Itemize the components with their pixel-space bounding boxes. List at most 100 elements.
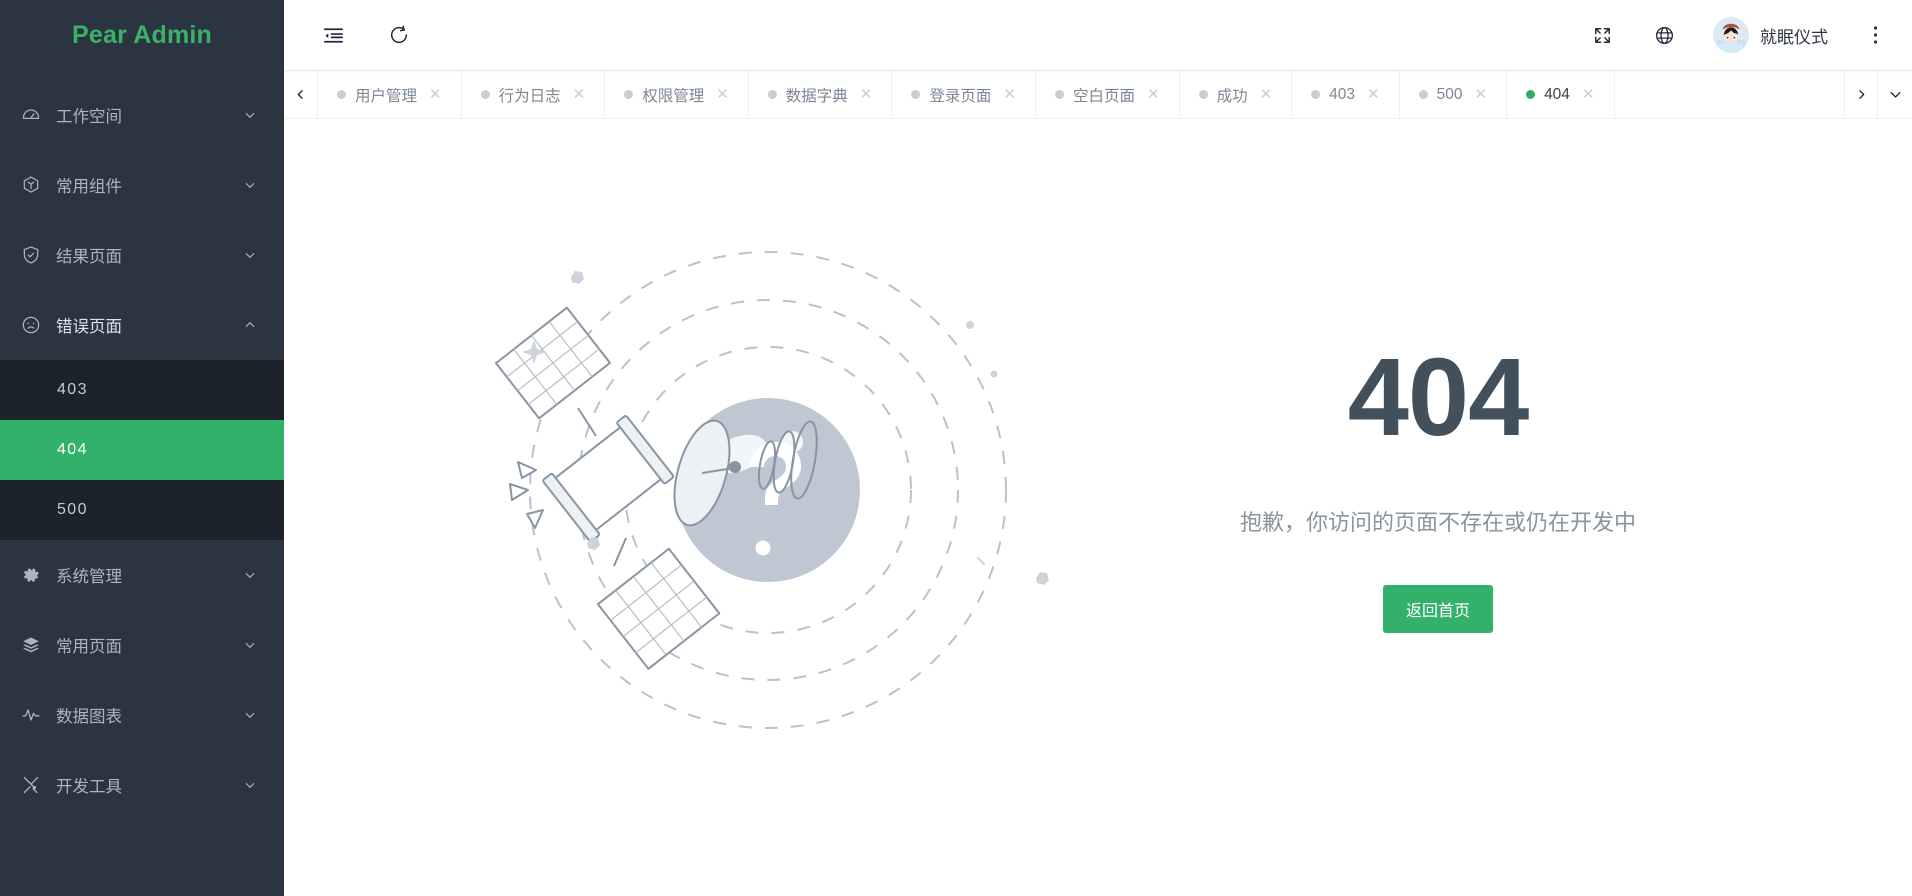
back-home-button[interactable]: 返回首页 bbox=[1382, 584, 1493, 633]
fullscreen-icon[interactable] bbox=[1589, 22, 1615, 48]
tab-close-icon[interactable]: ✕ bbox=[573, 87, 586, 102]
sidebar-item-label: 开发工具 bbox=[56, 778, 122, 796]
sidebar-subitem-label: 403 bbox=[57, 381, 88, 398]
sidebar-item-workspace[interactable]: 工作空间 bbox=[0, 80, 284, 150]
sidebar-subitem-403[interactable]: 403 bbox=[0, 360, 284, 420]
tab-status-dot bbox=[1311, 90, 1321, 99]
user-menu[interactable]: 就眠仪式 bbox=[1713, 17, 1828, 53]
tab-list: 用户管理 ✕ 行为日志 ✕ 权限管理 ✕ 数据字典 ✕ 登录页面 ✕ 空白页面 … bbox=[318, 71, 1844, 118]
sidebar-item-error-pages[interactable]: 错误页面 bbox=[0, 290, 284, 360]
sidebar-menu: 工作空间 常用组件 结果页面 错误页面 403 404 500 系统管理 常用页… bbox=[0, 70, 284, 820]
tab-label: 行为日志 bbox=[498, 87, 561, 105]
tab-close-icon[interactable]: ✕ bbox=[1260, 87, 1273, 102]
sidebar-item-components[interactable]: 常用组件 bbox=[0, 150, 284, 220]
gear-icon bbox=[18, 562, 44, 588]
tab-status-dot bbox=[767, 90, 777, 99]
chevron-down-icon bbox=[242, 637, 258, 653]
tab-close-icon[interactable]: ✕ bbox=[1147, 87, 1160, 102]
tab-item[interactable]: 行为日志 ✕ bbox=[462, 71, 606, 118]
menu-fold-icon[interactable] bbox=[320, 22, 346, 48]
topbar-left-controls bbox=[284, 22, 412, 48]
sidebar-item-result-pages[interactable]: 结果页面 bbox=[0, 220, 284, 290]
username-label: 就眠仪式 bbox=[1760, 27, 1828, 47]
error-illustration bbox=[448, 208, 1068, 768]
sidebar-item-dev-tools[interactable]: 开发工具 bbox=[0, 750, 284, 820]
tab-status-dot bbox=[1526, 90, 1536, 99]
tab-status-dot bbox=[911, 90, 921, 99]
tab-options-dropdown-button[interactable] bbox=[1878, 71, 1912, 118]
sidebar-item-common-pages[interactable]: 常用页面 bbox=[0, 610, 284, 680]
avatar bbox=[1713, 17, 1749, 53]
error-text-block: 404 抱歉，你访问的页面不存在或仍在开发中 返回首页 bbox=[1128, 335, 1748, 633]
layers-icon bbox=[18, 632, 44, 658]
tab-status-dot bbox=[480, 90, 490, 99]
sidebar: Pear Admin 工作空间 常用组件 结果页面 错误页面 403 404 5… bbox=[0, 0, 284, 896]
tab-label: 成功 bbox=[1216, 87, 1248, 105]
tab-label: 500 bbox=[1436, 85, 1463, 103]
tab-label: 用户管理 bbox=[355, 87, 418, 105]
tab-label: 登录页面 bbox=[929, 87, 992, 105]
shield-check-icon bbox=[18, 242, 44, 268]
chevron-down-icon bbox=[242, 777, 258, 793]
sidebar-item-label: 错误页面 bbox=[56, 318, 122, 336]
globe-icon[interactable] bbox=[1651, 22, 1677, 48]
sidebar-item-label: 结果页面 bbox=[56, 248, 122, 266]
app-logo[interactable]: Pear Admin bbox=[0, 0, 284, 70]
sidebar-item-label: 工作空间 bbox=[56, 108, 122, 126]
sidebar-item-label: 常用组件 bbox=[56, 178, 122, 196]
tab-close-icon[interactable]: ✕ bbox=[1582, 87, 1595, 102]
sidebar-subitem-404[interactable]: 404 bbox=[0, 420, 284, 480]
sidebar-item-system-management[interactable]: 系统管理 bbox=[0, 540, 284, 610]
sidebar-subitem-500[interactable]: 500 bbox=[0, 480, 284, 540]
tab-label: 权限管理 bbox=[642, 87, 705, 105]
tab-item[interactable]: 用户管理 ✕ bbox=[318, 71, 462, 118]
sidebar-item-label: 系统管理 bbox=[56, 568, 122, 586]
error-page-404: 404 抱歉，你访问的页面不存在或仍在开发中 返回首页 bbox=[284, 119, 1912, 896]
sad-face-icon bbox=[18, 312, 44, 338]
topbar-right-controls: 就眠仪式 bbox=[1589, 17, 1912, 53]
tab-bar: 用户管理 ✕ 行为日志 ✕ 权限管理 ✕ 数据字典 ✕ 登录页面 ✕ 空白页面 … bbox=[284, 70, 1912, 119]
tab-item[interactable]: 空白页面 ✕ bbox=[1036, 71, 1180, 118]
tab-scroll-prev-button[interactable] bbox=[284, 71, 318, 118]
tab-item[interactable]: 权限管理 ✕ bbox=[605, 71, 749, 118]
tools-icon bbox=[18, 772, 44, 798]
tab-status-dot bbox=[1418, 90, 1428, 99]
chevron-down-icon bbox=[242, 707, 258, 723]
kebab-menu-icon[interactable] bbox=[1864, 22, 1886, 48]
error-description: 抱歉，你访问的页面不存在或仍在开发中 bbox=[1239, 509, 1636, 535]
tab-close-icon[interactable]: ✕ bbox=[860, 87, 873, 102]
tab-close-icon[interactable]: ✕ bbox=[1367, 87, 1380, 102]
tab-close-icon[interactable]: ✕ bbox=[1003, 87, 1016, 102]
tab-close-icon[interactable]: ✕ bbox=[429, 87, 442, 102]
tab-close-icon[interactable]: ✕ bbox=[716, 87, 729, 102]
tab-item-active[interactable]: 404 ✕ bbox=[1507, 71, 1615, 118]
tab-label: 数据字典 bbox=[785, 87, 848, 105]
tab-item[interactable]: 数据字典 ✕ bbox=[749, 71, 893, 118]
app-root: Pear Admin 工作空间 常用组件 结果页面 错误页面 403 404 5… bbox=[0, 0, 1912, 896]
sidebar-submenu-error-pages: 403 404 500 bbox=[0, 360, 284, 540]
main-area: 就眠仪式 用户管理 ✕ 行为日志 ✕ 权限管理 ✕ 数据字典 ✕ 登录页面 ✕ … bbox=[284, 0, 1912, 896]
chevron-down-icon bbox=[242, 247, 258, 263]
tab-item[interactable]: 500 ✕ bbox=[1400, 71, 1508, 118]
tab-status-dot bbox=[337, 90, 346, 99]
cube-icon bbox=[18, 172, 44, 198]
tab-item[interactable]: 成功 ✕ bbox=[1180, 71, 1293, 118]
dashboard-icon bbox=[18, 102, 44, 128]
sidebar-item-data-charts[interactable]: 数据图表 bbox=[0, 680, 284, 750]
tab-status-dot bbox=[1054, 90, 1064, 99]
chevron-down-icon bbox=[242, 107, 258, 123]
tab-label: 404 bbox=[1544, 85, 1570, 103]
tab-close-icon[interactable]: ✕ bbox=[1474, 87, 1487, 102]
tab-item[interactable]: 403 ✕ bbox=[1292, 71, 1400, 118]
error-code: 404 bbox=[1347, 335, 1530, 459]
pulse-icon bbox=[18, 702, 44, 728]
tab-status-dot bbox=[1198, 90, 1208, 99]
tab-label: 空白页面 bbox=[1072, 87, 1135, 105]
tab-item[interactable]: 登录页面 ✕ bbox=[892, 71, 1036, 118]
chevron-up-icon bbox=[242, 317, 258, 333]
chevron-down-icon bbox=[242, 567, 258, 583]
refresh-icon[interactable] bbox=[386, 22, 412, 48]
sidebar-subitem-label: 404 bbox=[57, 441, 88, 458]
tab-scroll-next-button[interactable] bbox=[1844, 71, 1878, 118]
sidebar-item-label: 常用页面 bbox=[56, 638, 122, 656]
